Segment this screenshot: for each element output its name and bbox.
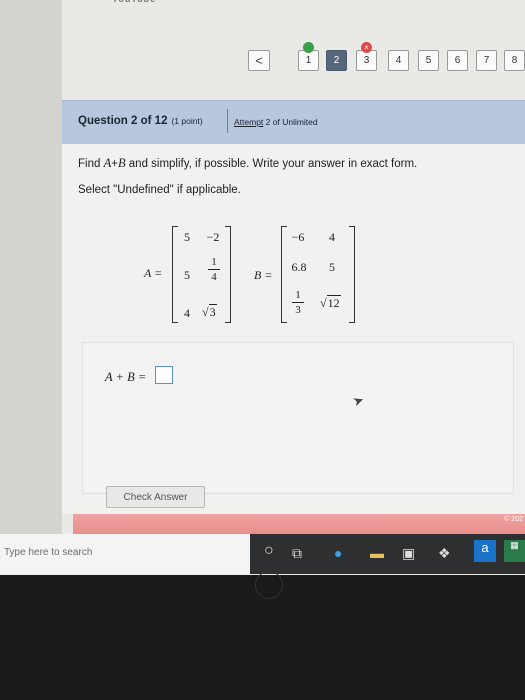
incorrect-status-icon: × bbox=[361, 42, 372, 53]
question-4-button[interactable]: 4 bbox=[388, 50, 409, 71]
matrix-a-cell: 4 bbox=[184, 306, 190, 320]
store-icon[interactable]: ▣ bbox=[402, 545, 415, 562]
amazon-app-icon[interactable]: a bbox=[474, 540, 496, 562]
matrix-b-cell: −6 bbox=[291, 230, 305, 244]
question-title: Question 2 of 12 (1 point) bbox=[78, 115, 203, 127]
instruction-undefined-note: Select "Undefined" if applicable. bbox=[78, 184, 241, 196]
question-6-button[interactable]: 6 bbox=[447, 50, 468, 71]
matrix-a-cell: 5 bbox=[184, 268, 190, 282]
question-3-button[interactable]: × 3 bbox=[356, 42, 377, 71]
check-answer-button[interactable]: Check Answer bbox=[106, 486, 205, 508]
search-placeholder: Type here to search bbox=[4, 547, 93, 558]
edge-browser-icon[interactable]: ● bbox=[334, 545, 342, 561]
file-explorer-icon[interactable]: ▬ bbox=[370, 545, 384, 561]
cortana-icon[interactable]: ○ bbox=[264, 542, 274, 560]
laptop-bezel bbox=[0, 571, 525, 700]
screen: YouTube < 1 2 × 3 4 5 6 7 8 bbox=[0, 0, 525, 575]
question-5-button[interactable]: 5 bbox=[418, 50, 439, 71]
answer-area: A + B = ➤ bbox=[82, 342, 514, 494]
matrix-a-left-bracket bbox=[172, 226, 178, 323]
question-header: Question 2 of 12 (1 point) Attempt 2 of U… bbox=[62, 100, 525, 145]
app-tile-icon[interactable]: ▦ bbox=[504, 540, 525, 562]
browser-tab-fragment[interactable]: YouTube bbox=[112, 0, 168, 8]
matrix-a-right-bracket bbox=[225, 226, 231, 323]
matrix-a-fraction: 14 bbox=[208, 256, 220, 283]
question-content: Find A+B and simplify, if possible. Writ… bbox=[62, 144, 525, 514]
attempt-link[interactable]: Attempt bbox=[234, 117, 263, 127]
matrix-b-fraction: 13 bbox=[292, 289, 304, 316]
mouse-cursor-icon: ➤ bbox=[350, 391, 366, 410]
matrix-a-cell: 5 bbox=[184, 230, 190, 244]
question-8-button[interactable]: 8 bbox=[504, 50, 525, 71]
question-2-button[interactable]: 2 bbox=[326, 50, 347, 71]
matrix-b-cell: 6.8 bbox=[291, 260, 307, 274]
hp-logo-icon bbox=[255, 571, 283, 599]
task-view-icon[interactable]: ⧉ bbox=[292, 545, 302, 562]
chevron-left-icon: < bbox=[255, 53, 263, 68]
question-1-button[interactable]: 1 bbox=[298, 42, 319, 71]
previous-question-button[interactable]: < bbox=[248, 50, 270, 71]
instruction-text: Find A+B and simplify, if possible. Writ… bbox=[78, 156, 418, 170]
matrix-b-sqrt: √12 bbox=[320, 295, 341, 310]
windows-taskbar: Type here to search ○ ⧉ ● ▬ ▣ ❖ a ▦ bbox=[0, 534, 525, 574]
matrix-b-cell: 4 bbox=[329, 230, 335, 244]
copyright-text: © 202 bbox=[504, 516, 523, 523]
matrix-b-right-bracket bbox=[349, 226, 355, 323]
left-sidebar-strip bbox=[0, 0, 62, 540]
header-divider bbox=[227, 109, 228, 133]
correct-status-icon bbox=[303, 42, 314, 53]
attempt-count: 2 of Unlimited bbox=[263, 117, 318, 127]
matrix-a-cell: −2 bbox=[206, 230, 220, 244]
matrix-b-cell: 5 bbox=[329, 260, 335, 274]
answer-label: A + B = bbox=[105, 370, 147, 384]
footer-bar: © 202 bbox=[73, 514, 525, 534]
matrix-b-label: B = bbox=[254, 268, 273, 282]
question-points: (1 point) bbox=[171, 116, 203, 126]
question-7-button[interactable]: 7 bbox=[476, 50, 497, 71]
taskbar-search-box[interactable]: Type here to search bbox=[0, 534, 250, 574]
answer-input[interactable] bbox=[155, 366, 173, 384]
dropbox-icon[interactable]: ❖ bbox=[438, 545, 451, 562]
attempt-info: Attempt 2 of Unlimited bbox=[234, 117, 318, 127]
matrix-a-label: A = bbox=[144, 266, 163, 280]
matrix-a-sqrt: √3 bbox=[202, 304, 217, 319]
